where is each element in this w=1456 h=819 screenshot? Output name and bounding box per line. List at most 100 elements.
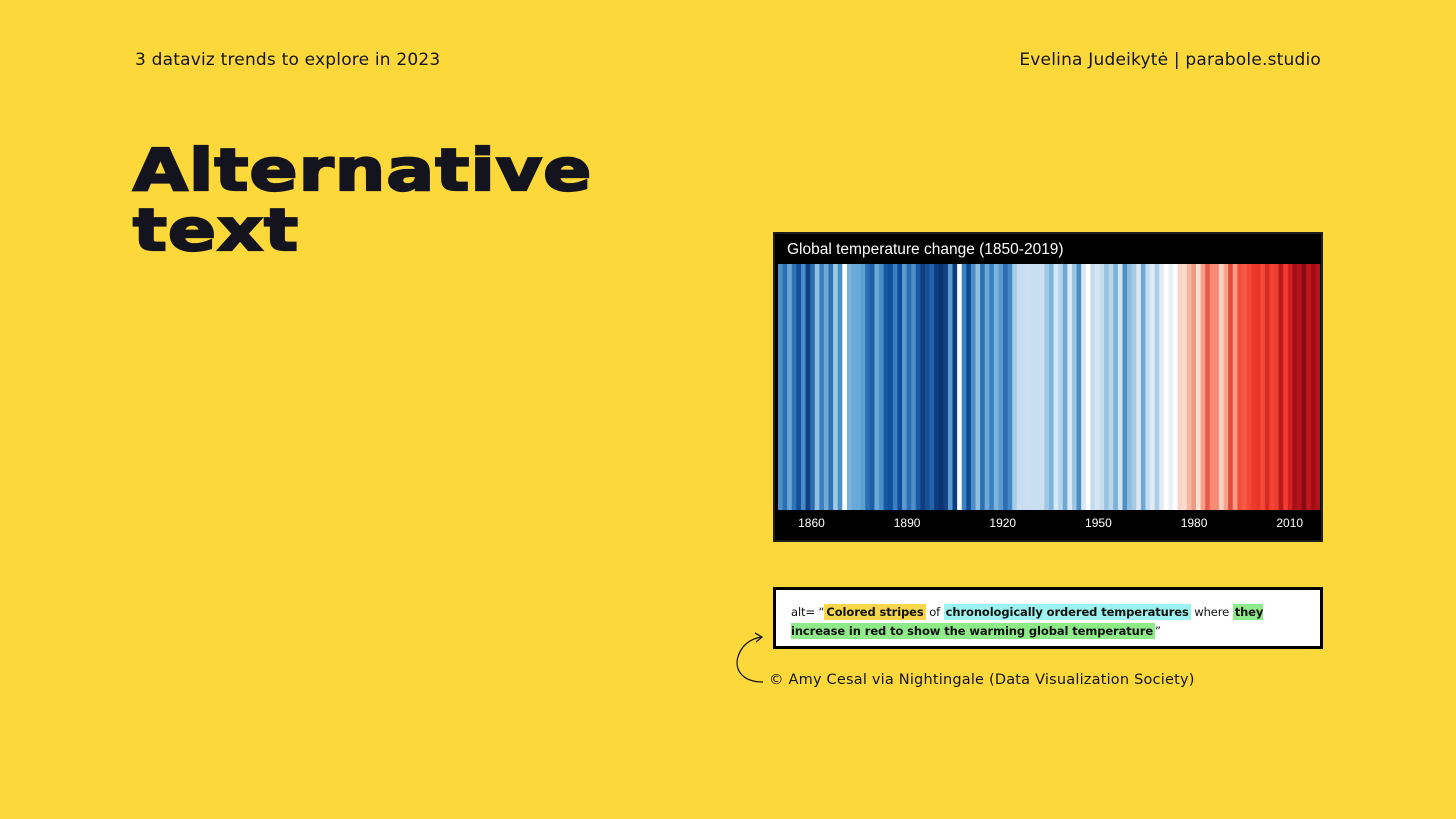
author-credit: Evelina Judeikytė | parabole.studio <box>1019 50 1321 70</box>
temperature-stripe <box>1255 264 1261 510</box>
temperature-stripe <box>980 264 986 510</box>
temperature-stripe <box>837 264 843 510</box>
temperature-stripe <box>1186 264 1192 510</box>
temperature-stripe <box>1301 264 1307 510</box>
temperature-stripe <box>1269 264 1275 510</box>
temperature-stripe <box>1205 264 1211 510</box>
temperature-stripe <box>823 264 830 510</box>
temperature-stripe <box>1062 264 1068 510</box>
temperature-stripe <box>805 264 811 510</box>
temperature-stripe <box>1246 264 1252 510</box>
temperature-stripe <box>1228 264 1234 510</box>
temperature-stripe <box>1026 264 1032 510</box>
temperature-stripe <box>833 264 839 510</box>
temperature-stripe <box>915 264 921 510</box>
temperature-stripe <box>883 264 889 510</box>
temperature-stripe <box>1191 264 1197 510</box>
temperature-stripe <box>874 264 880 510</box>
temperature-stripe <box>1131 264 1137 510</box>
temperature-stripe <box>856 264 862 510</box>
temperature-stripe <box>1283 264 1289 510</box>
temperature-stripe <box>897 264 903 510</box>
temperature-stripe <box>1209 264 1215 510</box>
temperature-stripe <box>892 264 899 510</box>
temperature-stripe <box>1081 264 1087 510</box>
temperature-stripe <box>1195 264 1202 510</box>
alt-prefix: alt= “ <box>791 605 825 619</box>
temperature-stripe <box>1104 264 1110 510</box>
temperature-stripe <box>1223 264 1229 510</box>
temperature-stripe <box>929 264 935 510</box>
temperature-stripe <box>911 264 917 510</box>
alt-highlight-chart-type: Colored stripes <box>824 604 926 620</box>
temperature-stripe <box>782 264 788 510</box>
temperature-stripe <box>1053 264 1059 510</box>
temperature-stripe <box>1021 264 1027 510</box>
temperature-stripe <box>846 264 853 510</box>
temperature-stripe <box>970 264 977 510</box>
chart-title: Global temperature change (1850-2019) <box>787 241 1064 258</box>
alt-join-1: of <box>925 605 944 619</box>
temperature-stripe <box>984 264 990 510</box>
x-tick-label: 1860 <box>798 516 825 530</box>
temperature-stripe <box>1039 264 1045 510</box>
temperature-stripe <box>810 264 816 510</box>
stripes-plot <box>778 264 1320 510</box>
temperature-stripe <box>1154 264 1160 510</box>
temperature-stripe <box>1168 264 1174 510</box>
x-tick-label: 1950 <box>1085 516 1112 530</box>
temperature-stripe <box>989 264 995 510</box>
temperature-stripe <box>828 264 834 510</box>
temperature-stripe <box>975 264 981 510</box>
temperature-stripe <box>1315 264 1320 510</box>
temperature-stripe <box>860 264 866 510</box>
temperature-stripe <box>796 264 802 510</box>
temperature-stripe <box>778 264 784 510</box>
temperature-stripe <box>1150 264 1156 510</box>
temperature-stripe <box>1108 264 1114 510</box>
temperature-stripe <box>1049 264 1055 510</box>
temperature-stripe <box>1177 264 1183 510</box>
slide-title: Alternative text <box>132 139 597 261</box>
temperature-stripe <box>1085 264 1091 510</box>
temperature-stripe <box>1071 264 1078 510</box>
temperature-stripe <box>902 264 908 510</box>
alt-join-2: where <box>1190 605 1233 619</box>
temperature-stripe <box>865 264 871 510</box>
temperature-stripe <box>851 264 857 510</box>
temperature-stripe <box>906 264 912 510</box>
temperature-stripe <box>879 264 885 510</box>
temperature-stripe <box>961 264 967 510</box>
temperature-stripe <box>1297 264 1303 510</box>
alt-suffix: ” <box>1155 624 1161 638</box>
temperature-stripe <box>1292 264 1298 510</box>
temperature-stripe <box>934 264 940 510</box>
temperature-stripe <box>1241 264 1248 510</box>
temperature-stripe <box>1067 264 1073 510</box>
temperature-stripe <box>1145 264 1151 510</box>
temperature-stripe <box>791 264 797 510</box>
temperature-stripe <box>1163 264 1170 510</box>
slide-title-line-2: text <box>132 196 300 264</box>
temperature-stripe <box>1173 264 1179 510</box>
x-tick-label: 1890 <box>893 516 921 530</box>
temperature-stripe <box>1136 264 1142 510</box>
temperature-stripe <box>938 264 944 510</box>
x-tick-label: 1980 <box>1180 516 1208 530</box>
temperature-stripe <box>947 264 954 510</box>
temperature-stripe <box>1218 264 1225 510</box>
temperature-stripe <box>1237 264 1243 510</box>
temperature-stripe <box>800 264 807 510</box>
temperature-stripe <box>1099 264 1105 510</box>
temperature-stripe <box>998 264 1004 510</box>
temperature-stripe <box>1012 264 1018 510</box>
temperature-stripe <box>1094 264 1101 510</box>
temperature-stripe <box>1159 264 1165 510</box>
temperature-stripe <box>1232 264 1238 510</box>
curved-arrow-icon <box>736 632 764 683</box>
temperature-stripe <box>869 264 876 510</box>
temperature-stripe <box>1058 264 1064 510</box>
slide-title-line-1: Alternative <box>132 136 593 204</box>
temperature-stripe <box>1140 264 1147 510</box>
temperature-stripe <box>814 264 820 510</box>
